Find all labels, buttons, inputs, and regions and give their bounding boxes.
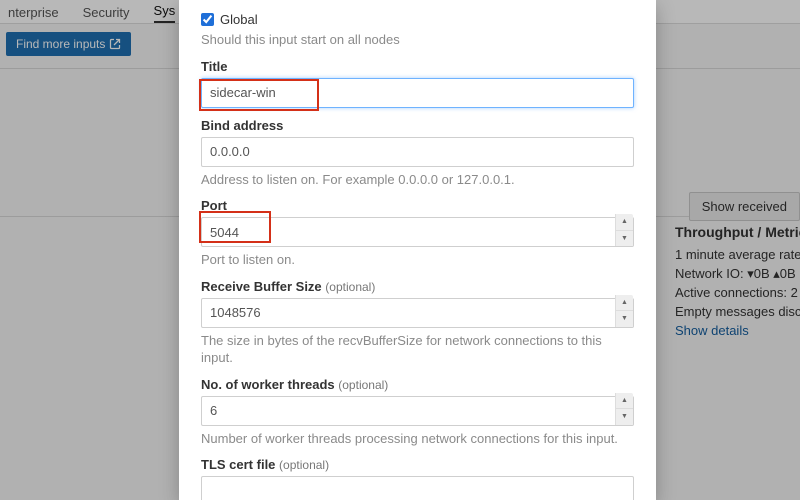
chevron-up-icon[interactable]: ▲	[615, 295, 633, 312]
workers-label: No. of worker threads (optional)	[201, 377, 634, 392]
workers-hint: Number of worker threads processing netw…	[201, 430, 634, 448]
workers-stepper[interactable]: ▲▼	[615, 393, 633, 425]
port-stepper[interactable]: ▲▼	[615, 214, 633, 246]
tls-cert-label: TLS cert file (optional)	[201, 457, 634, 472]
recv-buffer-label: Receive Buffer Size (optional)	[201, 279, 634, 294]
tls-cert-input[interactable]	[201, 476, 634, 500]
bind-address-label: Bind address	[201, 118, 634, 133]
chevron-down-icon[interactable]: ▼	[615, 311, 633, 327]
bind-address-input[interactable]	[201, 137, 634, 167]
global-checkbox-row[interactable]: Global	[201, 12, 634, 27]
global-hint: Should this input start on all nodes	[201, 31, 634, 49]
chevron-up-icon[interactable]: ▲	[615, 393, 633, 410]
recv-buffer-input[interactable]	[201, 298, 634, 328]
recv-buffer-hint: The size in bytes of the recvBufferSize …	[201, 332, 634, 367]
global-checkbox[interactable]	[201, 13, 214, 26]
chevron-down-icon[interactable]: ▼	[615, 231, 633, 247]
chevron-up-icon[interactable]: ▲	[615, 214, 633, 231]
title-label: Title	[201, 59, 634, 74]
global-label: Global	[220, 12, 258, 27]
title-input[interactable]	[201, 78, 634, 108]
chevron-down-icon[interactable]: ▼	[615, 409, 633, 425]
recv-buffer-stepper[interactable]: ▲▼	[615, 295, 633, 327]
port-label: Port	[201, 198, 634, 213]
bind-address-hint: Address to listen on. For example 0.0.0.…	[201, 171, 634, 189]
port-input[interactable]	[201, 217, 634, 247]
input-config-modal: Global Should this input start on all no…	[179, 0, 656, 500]
workers-input[interactable]	[201, 396, 634, 426]
port-hint: Port to listen on.	[201, 251, 634, 269]
